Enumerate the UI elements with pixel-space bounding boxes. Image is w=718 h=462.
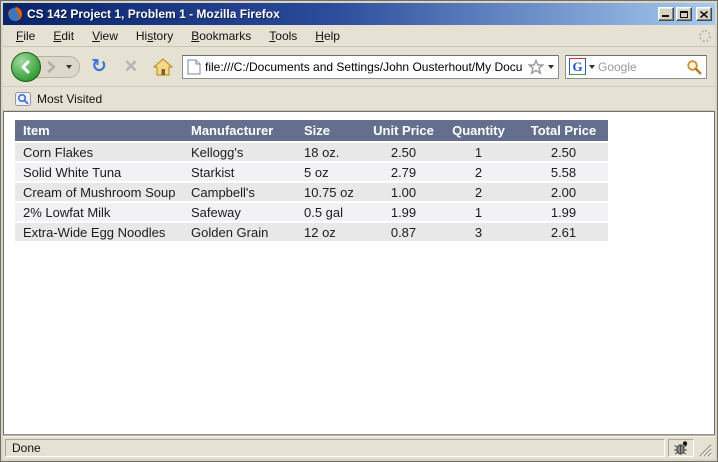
table-cell: 5 oz xyxy=(296,162,369,182)
table-cell: Golden Grain xyxy=(183,222,296,242)
bug-icon xyxy=(673,440,689,456)
google-favicon[interactable]: G xyxy=(569,58,586,75)
table-cell: 2.50 xyxy=(519,142,608,162)
menu-help[interactable]: Help xyxy=(306,26,349,46)
menu-file[interactable]: File xyxy=(7,26,44,46)
menu-tools[interactable]: Tools xyxy=(260,26,306,46)
minimize-icon xyxy=(662,15,669,17)
table-cell: 2.00 xyxy=(519,182,608,202)
table-cell: 5.58 xyxy=(519,162,608,182)
table-cell: 1.99 xyxy=(369,202,438,222)
activity-throbber-icon xyxy=(699,30,711,42)
most-visited-icon xyxy=(15,91,31,107)
bookmark-label: Most Visited xyxy=(37,92,102,106)
grocery-table: Item Manufacturer Size Unit Price Quanti… xyxy=(15,120,608,243)
address-bar xyxy=(182,55,559,79)
table-cell: 18 oz. xyxy=(296,142,369,162)
table-cell: 10.75 oz xyxy=(296,182,369,202)
browser-window: CS 142 Project 1, Problem 1 - Mozilla Fi… xyxy=(0,0,718,462)
table-cell: 1 xyxy=(438,202,519,222)
menu-view[interactable]: View xyxy=(83,26,127,46)
chevron-down-icon xyxy=(66,65,72,69)
back-forward-group xyxy=(11,56,80,78)
forward-icon xyxy=(46,61,56,73)
table-cell: Cream of Mushroom Soup xyxy=(15,182,183,202)
search-input[interactable] xyxy=(598,60,683,74)
table-cell: Campbell's xyxy=(183,182,296,202)
column-header-quantity: Quantity xyxy=(438,120,519,142)
status-bar: Done xyxy=(3,435,715,459)
bookmark-most-visited[interactable]: Most Visited xyxy=(11,89,106,109)
close-button[interactable] xyxy=(696,7,712,21)
page-content: Item Manufacturer Size Unit Price Quanti… xyxy=(3,111,715,435)
column-header-unit-price: Unit Price xyxy=(369,120,438,142)
table-row: Corn FlakesKellogg's18 oz.2.5012.50 xyxy=(15,142,608,162)
navigation-toolbar: ↻ ✕ G xyxy=(3,47,715,87)
page-icon xyxy=(187,59,201,75)
maximize-icon xyxy=(680,11,688,18)
extension-button[interactable] xyxy=(668,439,694,457)
status-panel: Done xyxy=(5,439,665,457)
back-button[interactable] xyxy=(11,52,41,82)
table-cell: 2% Lowfat Milk xyxy=(15,202,183,222)
table-cell: 1.00 xyxy=(369,182,438,202)
search-icon[interactable] xyxy=(686,59,702,75)
table-row: Extra-Wide Egg NoodlesGolden Grain12 oz0… xyxy=(15,222,608,242)
table-cell: Safeway xyxy=(183,202,296,222)
table-cell: 12 oz xyxy=(296,222,369,242)
table-row: 2% Lowfat MilkSafeway0.5 gal1.9911.99 xyxy=(15,202,608,222)
table-cell: Extra-Wide Egg Noodles xyxy=(15,222,183,242)
title-bar[interactable]: CS 142 Project 1, Problem 1 - Mozilla Fi… xyxy=(3,3,715,25)
window-title: CS 142 Project 1, Problem 1 - Mozilla Fi… xyxy=(27,7,654,21)
close-icon xyxy=(700,11,708,18)
maximize-button[interactable] xyxy=(676,7,692,21)
table-cell: 0.87 xyxy=(369,222,438,242)
home-button[interactable] xyxy=(150,54,176,80)
minimize-button[interactable] xyxy=(658,7,674,21)
status-text: Done xyxy=(12,441,41,455)
column-header-manufacturer: Manufacturer xyxy=(183,120,296,142)
resize-grip[interactable] xyxy=(697,442,712,457)
menu-edit[interactable]: Edit xyxy=(44,26,83,46)
table-cell: 1.99 xyxy=(519,202,608,222)
table-body: Corn FlakesKellogg's18 oz.2.5012.50Solid… xyxy=(15,142,608,242)
table-cell: Starkist xyxy=(183,162,296,182)
menu-history[interactable]: History xyxy=(127,26,182,46)
stop-button[interactable]: ✕ xyxy=(118,54,144,80)
table-cell: 3 xyxy=(438,222,519,242)
firefox-icon xyxy=(7,6,23,22)
bookmarks-toolbar: Most Visited xyxy=(3,87,715,111)
table-cell: Kellogg's xyxy=(183,142,296,162)
menu-bookmarks[interactable]: Bookmarks xyxy=(182,26,260,46)
bookmark-star-icon[interactable] xyxy=(528,59,544,75)
table-cell: Solid White Tuna xyxy=(15,162,183,182)
table-header-row: Item Manufacturer Size Unit Price Quanti… xyxy=(15,120,608,142)
search-box: G xyxy=(565,55,707,79)
table-cell: 1 xyxy=(438,142,519,162)
table-cell: 2.61 xyxy=(519,222,608,242)
stop-icon: ✕ xyxy=(124,58,138,75)
reload-button[interactable]: ↻ xyxy=(86,54,112,80)
table-row: Cream of Mushroom SoupCampbell's10.75 oz… xyxy=(15,182,608,202)
url-dropdown-icon[interactable] xyxy=(548,65,554,69)
table-cell: 0.5 gal xyxy=(296,202,369,222)
history-dropdown-button[interactable] xyxy=(63,65,75,69)
table-cell: 2 xyxy=(438,182,519,202)
url-input[interactable] xyxy=(205,60,524,74)
menu-bar: File Edit View History Bookmarks Tools H… xyxy=(3,25,715,47)
table-row: Solid White TunaStarkist5 oz2.7925.58 xyxy=(15,162,608,182)
search-engine-dropdown-icon[interactable] xyxy=(589,65,595,69)
back-icon xyxy=(19,60,33,74)
window-controls xyxy=(658,7,712,21)
home-icon xyxy=(153,58,173,76)
column-header-item: Item xyxy=(15,120,183,142)
forward-button[interactable] xyxy=(39,58,63,76)
table-cell: 2.79 xyxy=(369,162,438,182)
column-header-total-price: Total Price xyxy=(519,120,608,142)
table-cell: Corn Flakes xyxy=(15,142,183,162)
column-header-size: Size xyxy=(296,120,369,142)
table-cell: 2.50 xyxy=(369,142,438,162)
reload-icon: ↻ xyxy=(91,57,107,76)
table-cell: 2 xyxy=(438,162,519,182)
